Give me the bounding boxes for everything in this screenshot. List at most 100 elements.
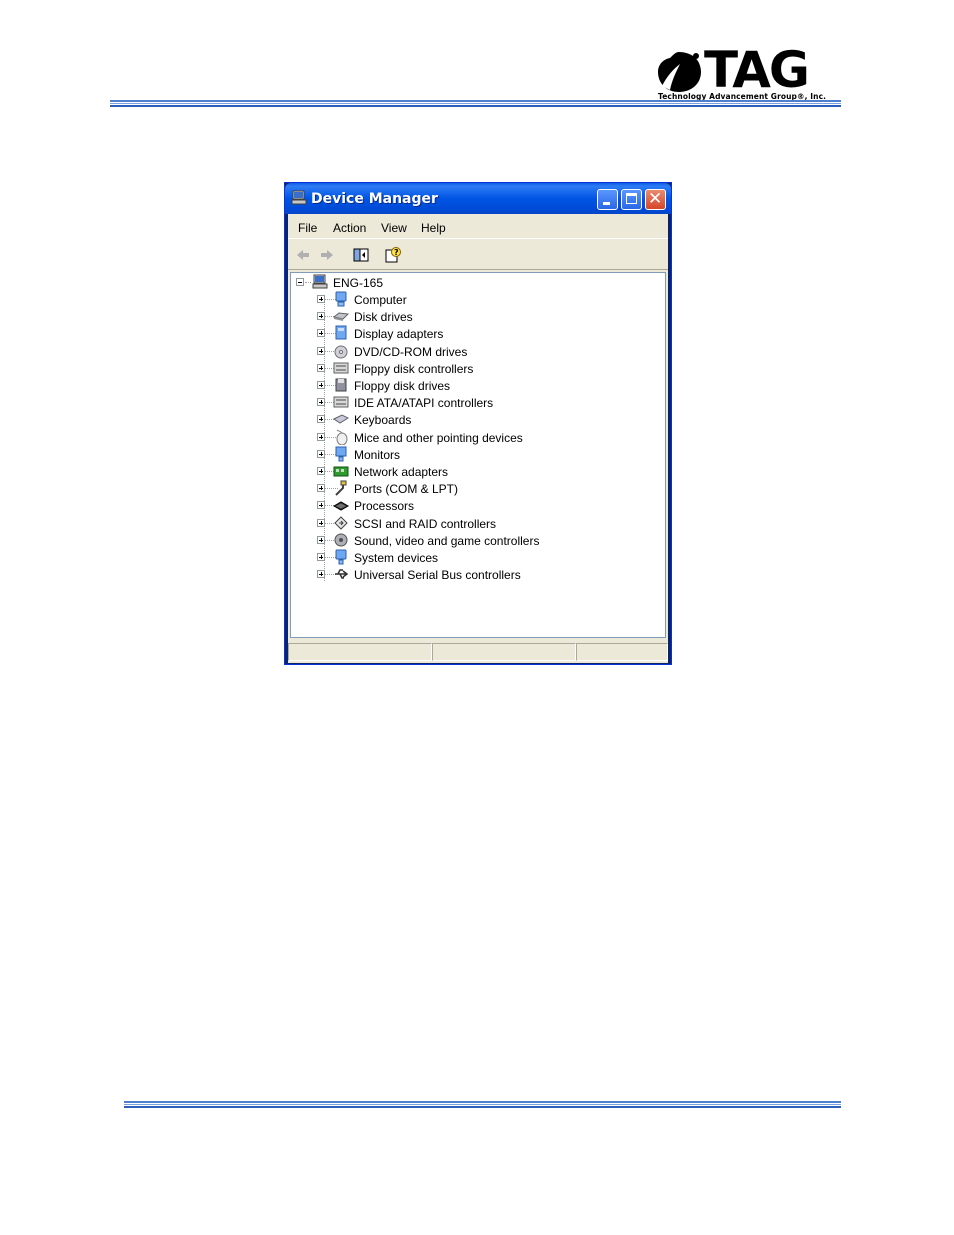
close-button[interactable]: ✕ [645,189,666,210]
device-category-label: Floppy disk drives [354,379,451,393]
device-category[interactable]: Universal Serial Bus controllers [291,566,661,582]
status-bar [288,641,668,663]
footer-rule [124,1101,841,1108]
expand-icon[interactable] [317,484,325,493]
device-category[interactable]: DVD/CD-ROM drives [291,343,661,359]
floppy-controller-icon [333,362,349,374]
device-category-label: Mice and other pointing devices [354,430,523,445]
expand-icon[interactable] [317,398,325,407]
menu-help[interactable]: Help [421,221,446,235]
device-category-label: Monitors [354,447,401,462]
expand-icon[interactable] [317,346,325,355]
display-adapter-icon [335,325,347,340]
device-category[interactable]: Processors [291,497,661,513]
tree-connector [305,282,311,283]
device-category[interactable]: System devices [291,549,661,565]
device-category[interactable]: Computer [291,291,661,307]
expand-icon[interactable] [317,501,325,510]
mouse-icon [336,429,348,445]
show-hide-console-tree-icon[interactable] [353,247,369,263]
expand-icon[interactable] [317,518,325,527]
maximize-icon [626,193,637,204]
network-adapter-icon [333,466,349,477]
status-cell-2 [432,643,576,661]
device-category-label: IDE ATA/ATAPI controllers [354,396,494,411]
device-category-label: DVD/CD-ROM drives [354,344,468,359]
logo-text: TAG [704,41,810,99]
device-category[interactable]: SCSI and RAID controllers [291,515,661,531]
menu-file[interactable]: File [298,221,317,235]
device-category-label: Floppy disk controllers [354,361,474,376]
expand-icon[interactable] [317,535,325,544]
computer-root-icon [312,274,328,289]
expand-icon[interactable] [317,312,325,321]
minimize-icon [603,202,610,205]
device-category[interactable]: Sound, video and game controllers [291,532,661,548]
device-category-label: System devices [354,551,439,565]
device-category[interactable]: Ports (COM & LPT) [291,480,661,496]
device-category[interactable]: Network adapters [291,463,661,479]
usb-icon [335,569,349,579]
device-category[interactable]: Monitors [291,446,661,462]
device-category-label: Disk drives [354,310,413,325]
cdrom-icon [334,345,348,359]
menu-view[interactable]: View [381,221,407,235]
expand-icon[interactable] [317,570,325,579]
title-bar[interactable]: Device Manager ✕ [285,183,671,214]
disk-drive-icon [333,312,349,322]
device-category[interactable]: Floppy disk controllers [291,360,661,376]
status-cell-1 [288,643,432,661]
floppy-drive-icon [335,378,347,392]
expand-icon[interactable] [317,329,325,338]
status-cell-3 [576,643,668,661]
root-label: ENG-165 [333,276,384,290]
expand-icon[interactable] [317,295,325,303]
monitor-icon [335,446,347,462]
expand-icon[interactable] [317,381,325,389]
device-category-label: Network adapters [354,465,449,479]
menu-action[interactable]: Action [333,221,366,235]
system-device-icon [335,549,347,565]
device-category[interactable]: Keyboards [291,411,661,427]
expand-icon[interactable] [317,449,325,458]
device-category[interactable]: Mice and other pointing devices [291,429,661,445]
window-title: Device Manager [311,191,438,207]
tree-root[interactable]: ENG-165 [291,274,661,290]
collapse-icon[interactable] [296,278,304,286]
device-category-label: Keyboards [354,413,412,428]
ide-controller-icon [333,396,349,408]
expand-icon[interactable] [317,467,325,475]
toolbar: ? [288,239,668,270]
device-category-label: Display adapters [354,327,444,342]
computer-icon [335,291,347,307]
device-tree[interactable]: ENG-165 Computer Disk drives Display adapt… [290,272,666,638]
expand-icon[interactable] [317,415,325,424]
tag-logo: TAG Technology Advancement Group®, Inc. [654,42,848,104]
device-category-label: Sound, video and game controllers [354,533,540,548]
keyboard-icon [333,414,349,424]
minimize-button[interactable] [597,189,618,210]
window-body: File Action View Help ? ENG-165 Computer… [288,214,668,663]
maximize-button[interactable] [621,189,642,210]
expand-icon[interactable] [317,432,325,441]
scsi-icon [334,515,348,530]
back-icon[interactable] [295,247,311,263]
expand-icon[interactable] [317,363,325,372]
close-icon: ✕ [648,189,663,209]
device-manager-window: Device Manager ✕ File Action View Help ?… [284,182,672,665]
device-category-label: Universal Serial Bus controllers [354,568,521,583]
device-category[interactable]: Disk drives [291,308,661,324]
forward-icon[interactable] [319,247,335,263]
header-rule [110,100,841,107]
device-category-label: Computer [354,293,407,307]
sound-icon [334,533,348,547]
processor-icon [333,501,349,511]
device-category[interactable]: Floppy disk drives [291,377,661,393]
device-category[interactable]: IDE ATA/ATAPI controllers [291,394,661,410]
device-manager-icon [291,190,307,205]
device-category-label: Ports (COM & LPT) [354,482,459,497]
help-icon[interactable]: ? [385,247,401,263]
device-category[interactable]: Display adapters [291,325,661,341]
menu-bar: File Action View Help [288,214,668,239]
expand-icon[interactable] [317,553,325,561]
